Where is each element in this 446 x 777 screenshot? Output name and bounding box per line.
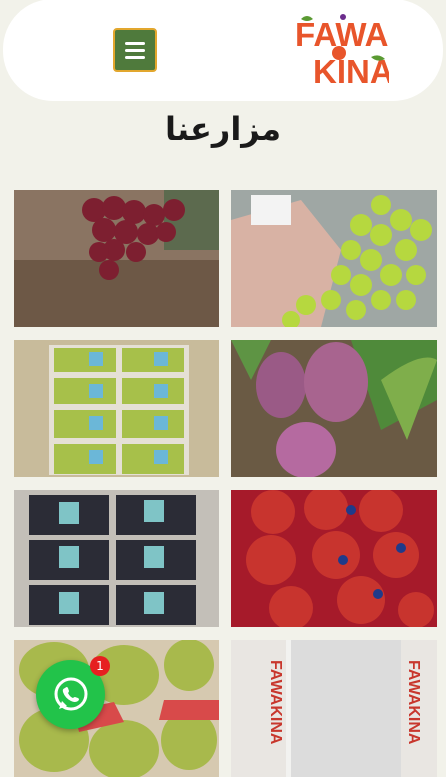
fawakina-logo[interactable]: FAWA KINA [291,13,389,89]
notification-badge: 1 [90,656,110,676]
whatsapp-icon [54,677,87,710]
gallery-image-fawakina-boxes[interactable]: FAWAKINA FAWAKINA [231,640,437,777]
gallery-image-packed-black-grapes[interactable] [14,490,219,627]
gallery-image-mangoes-on-tree[interactable] [231,340,437,477]
hamburger-menu-icon [125,41,145,45]
box-brand-right: FAWAKINA [405,660,422,745]
hamburger-bar [125,55,145,59]
gallery-image-green-grapes[interactable] [231,190,437,327]
box-brand-left: FAWAKINA [267,660,284,745]
logo-berry-icon [340,14,346,20]
site-header: FAWA KINA [3,0,443,101]
hamburger-bar [125,48,145,52]
gallery-image-red-grapes[interactable] [14,190,219,327]
logo-fruit-icon [332,46,346,60]
gallery-image-packed-green-grapes[interactable] [14,340,219,477]
menu-button[interactable] [113,28,157,72]
gallery-image-pomegranates[interactable] [231,490,437,627]
page-title: مزارعنا [164,110,282,148]
